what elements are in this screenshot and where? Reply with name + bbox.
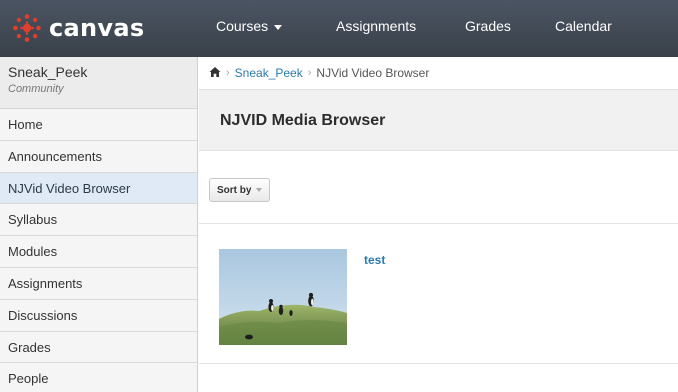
- course-sidebar: Sneak_Peek Community Home Announcements …: [0, 57, 198, 392]
- page-title: NJVID Media Browser: [220, 112, 386, 129]
- logo-text: canvas: [49, 14, 145, 42]
- canvas-logo[interactable]: canvas: [12, 12, 144, 44]
- breadcrumb-course-link[interactable]: Sneak_Peek: [235, 66, 303, 80]
- sidebar-item-home[interactable]: Home: [0, 109, 197, 141]
- course-header: Sneak_Peek Community: [0, 57, 197, 109]
- sort-by-label: Sort by: [217, 184, 252, 196]
- nav-courses-label: Courses: [216, 18, 269, 34]
- global-navigation: canvas Courses Assignments Grades Calend…: [0, 0, 678, 57]
- sort-by-button[interactable]: Sort by: [209, 178, 271, 202]
- chevron-down-icon: [274, 24, 283, 30]
- breadcrumb-separator-icon: ›: [307, 67, 312, 79]
- breadcrumb-separator-icon: ›: [226, 67, 230, 79]
- course-name[interactable]: Sneak_Peek: [8, 64, 197, 80]
- breadcrumb: › Sneak_Peek › NJVid Video Browser: [199, 57, 678, 89]
- sidebar-item-discussions[interactable]: Discussions: [0, 299, 197, 332]
- nav-courses[interactable]: Courses: [216, 18, 283, 34]
- sidebar-item-modules[interactable]: Modules: [0, 236, 197, 268]
- media-title-link[interactable]: test: [364, 253, 385, 267]
- course-subtitle: Community: [8, 83, 64, 95]
- canvas-logo-icon: [13, 14, 41, 42]
- chevron-down-icon: [256, 188, 263, 192]
- sidebar-item-njvid-video-browser[interactable]: NJVid Video Browser: [0, 172, 197, 205]
- sidebar-item-announcements[interactable]: Announcements: [0, 140, 197, 173]
- media-thumbnail[interactable]: [219, 249, 347, 345]
- home-icon[interactable]: [209, 66, 221, 81]
- nav-assignments[interactable]: Assignments: [336, 18, 416, 34]
- toolbar: Sort by: [199, 151, 678, 224]
- page-header: NJVID Media Browser: [199, 89, 678, 151]
- list-item: test: [199, 224, 678, 364]
- sidebar-item-people[interactable]: People: [0, 363, 197, 392]
- sidebar-item-grades[interactable]: Grades: [0, 331, 197, 364]
- sidebar-item-syllabus[interactable]: Syllabus: [0, 204, 197, 237]
- sidebar-item-assignments[interactable]: Assignments: [0, 267, 197, 300]
- nav-calendar[interactable]: Calendar: [555, 18, 612, 34]
- breadcrumb-current: NJVid Video Browser: [316, 66, 430, 80]
- nav-grades[interactable]: Grades: [465, 18, 511, 34]
